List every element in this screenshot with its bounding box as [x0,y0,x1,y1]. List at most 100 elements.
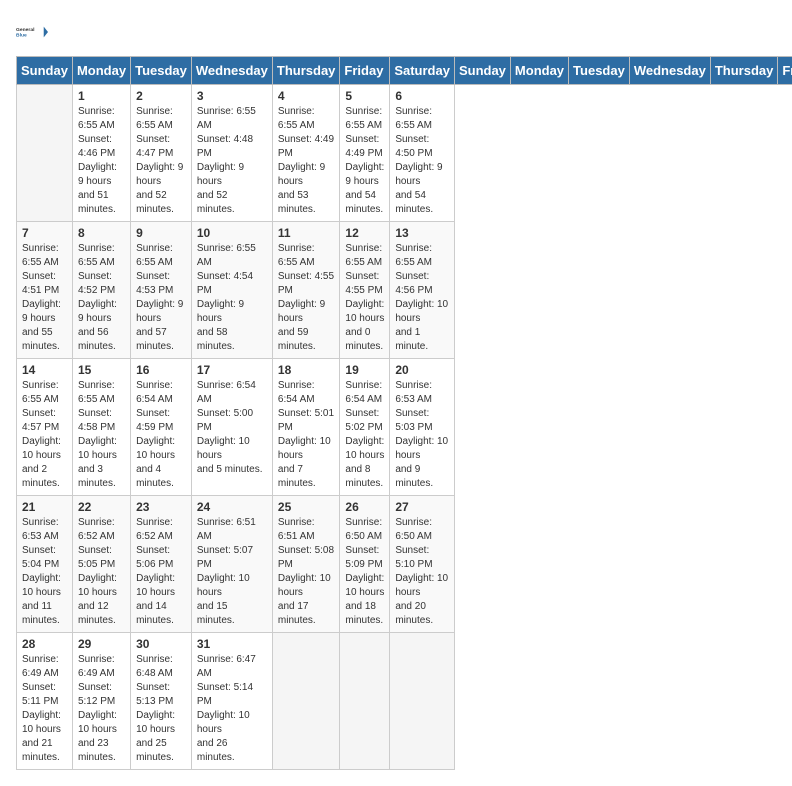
day-info: Sunrise: 6:51 AM Sunset: 5:08 PM Dayligh… [278,516,335,628]
day-info: Sunrise: 6:52 AM Sunset: 5:05 PM Dayligh… [78,516,125,628]
day-info: Sunrise: 6:55 AM Sunset: 4:58 PM Dayligh… [78,379,125,491]
day-number: 17 [197,363,267,377]
day-info: Sunrise: 6:53 AM Sunset: 5:04 PM Dayligh… [22,516,67,628]
day-cell: 29Sunrise: 6:49 AM Sunset: 5:12 PM Dayli… [72,633,130,770]
col-header-wednesday: Wednesday [629,57,710,85]
day-info: Sunrise: 6:55 AM Sunset: 4:57 PM Dayligh… [22,379,67,491]
day-cell: 5 Sunrise: 6:55 AM Sunset: 4:49 PM Daylig… [340,85,390,222]
day-cell: 17 Sunrise: 6:54 AM Sunset: 5:00 PM Dayli… [191,359,272,496]
day-number: 19 [345,363,384,377]
day-info: Sunrise: 6:54 AM Sunset: 4:59 PM Dayligh… [136,379,186,491]
day-info: Sunrise: 6:52 AM Sunset: 5:06 PM Dayligh… [136,516,186,628]
day-number: 12 [345,226,384,240]
day-number: 21 [22,500,67,514]
day-number: 31 [197,637,267,651]
page-header: GeneralBlue [16,16,776,48]
day-number: 3 [197,89,267,103]
week-row-3: 14 Sunrise: 6:55 AM Sunset: 4:57 PM Dayli… [17,359,792,496]
header-row: SundayMondayTuesdayWednesdayThursdayFrid… [17,57,792,85]
day-number: 30 [136,637,186,651]
svg-text:Blue: Blue [16,33,27,39]
week-row-5: 28Sunrise: 6:49 AM Sunset: 5:11 PM Dayli… [17,633,792,770]
col-header-thursday: Thursday [710,57,778,85]
day-info: Sunrise: 6:54 AM Sunset: 5:01 PM Dayligh… [278,379,335,491]
day-info: Sunrise: 6:55 AM Sunset: 4:50 PM Dayligh… [395,105,449,217]
week-row-2: 7 Sunrise: 6:55 AM Sunset: 4:51 PM Daylig… [17,222,792,359]
day-number: 25 [278,500,335,514]
week-row-1: 1 Sunrise: 6:55 AM Sunset: 4:46 PM Daylig… [17,85,792,222]
day-cell: 18 Sunrise: 6:54 AM Sunset: 5:01 PM Dayli… [272,359,340,496]
day-cell [272,633,340,770]
day-number: 13 [395,226,449,240]
day-number: 9 [136,226,186,240]
day-info: Sunrise: 6:55 AM Sunset: 4:56 PM Dayligh… [395,242,449,354]
day-cell: 12Sunrise: 6:55 AM Sunset: 4:55 PM Dayli… [340,222,390,359]
day-number: 20 [395,363,449,377]
day-cell: 19 Sunrise: 6:54 AM Sunset: 5:02 PM Dayli… [340,359,390,496]
day-number: 14 [22,363,67,377]
col-header-tuesday: Tuesday [131,57,192,85]
day-number: 26 [345,500,384,514]
day-info: Sunrise: 6:55 AM Sunset: 4:52 PM Dayligh… [78,242,125,354]
day-info: Sunrise: 6:49 AM Sunset: 5:11 PM Dayligh… [22,653,67,765]
col-header-friday: Friday [340,57,390,85]
day-info: Sunrise: 6:55 AM Sunset: 4:49 PM Dayligh… [278,105,335,217]
day-cell: 16 Sunrise: 6:54 AM Sunset: 4:59 PM Dayli… [131,359,192,496]
day-info: Sunrise: 6:54 AM Sunset: 5:02 PM Dayligh… [345,379,384,491]
day-cell [340,633,390,770]
day-info: Sunrise: 6:51 AM Sunset: 5:07 PM Dayligh… [197,516,267,628]
day-number: 18 [278,363,335,377]
day-number: 6 [395,89,449,103]
day-cell: 31 Sunrise: 6:47 AM Sunset: 5:14 PM Dayli… [191,633,272,770]
day-info: Sunrise: 6:55 AM Sunset: 4:49 PM Dayligh… [345,105,384,217]
day-cell: 13 Sunrise: 6:55 AM Sunset: 4:56 PM Dayli… [390,222,455,359]
day-number: 22 [78,500,125,514]
day-number: 16 [136,363,186,377]
day-cell: 8 Sunrise: 6:55 AM Sunset: 4:52 PM Daylig… [72,222,130,359]
svg-text:General: General [16,27,35,33]
day-number: 27 [395,500,449,514]
col-header-wednesday: Wednesday [191,57,272,85]
col-header-monday: Monday [510,57,568,85]
day-info: Sunrise: 6:55 AM Sunset: 4:46 PM Dayligh… [78,105,125,217]
day-number: 29 [78,637,125,651]
day-number: 7 [22,226,67,240]
day-number: 4 [278,89,335,103]
day-info: Sunrise: 6:55 AM Sunset: 4:54 PM Dayligh… [197,242,267,354]
logo: GeneralBlue [16,16,48,48]
day-number: 15 [78,363,125,377]
day-number: 8 [78,226,125,240]
day-number: 11 [278,226,335,240]
day-number: 24 [197,500,267,514]
day-number: 23 [136,500,186,514]
day-cell [17,85,73,222]
day-cell: 11 Sunrise: 6:55 AM Sunset: 4:55 PM Dayli… [272,222,340,359]
day-info: Sunrise: 6:55 AM Sunset: 4:47 PM Dayligh… [136,105,186,217]
day-info: Sunrise: 6:55 AM Sunset: 4:48 PM Dayligh… [197,105,267,217]
day-cell: 28Sunrise: 6:49 AM Sunset: 5:11 PM Dayli… [17,633,73,770]
col-header-monday: Monday [72,57,130,85]
day-info: Sunrise: 6:55 AM Sunset: 4:51 PM Dayligh… [22,242,67,354]
day-number: 1 [78,89,125,103]
calendar-table: SundayMondayTuesdayWednesdayThursdayFrid… [16,56,792,770]
day-cell: 6 Sunrise: 6:55 AM Sunset: 4:50 PM Daylig… [390,85,455,222]
day-number: 5 [345,89,384,103]
day-cell [390,633,455,770]
col-header-sunday: Sunday [17,57,73,85]
col-header-saturday: Saturday [390,57,455,85]
day-cell: 9 Sunrise: 6:55 AM Sunset: 4:53 PM Daylig… [131,222,192,359]
day-info: Sunrise: 6:50 AM Sunset: 5:09 PM Dayligh… [345,516,384,628]
day-info: Sunrise: 6:53 AM Sunset: 5:03 PM Dayligh… [395,379,449,491]
day-cell: 20 Sunrise: 6:53 AM Sunset: 5:03 PM Dayli… [390,359,455,496]
day-cell: 3 Sunrise: 6:55 AM Sunset: 4:48 PM Daylig… [191,85,272,222]
day-cell: 7 Sunrise: 6:55 AM Sunset: 4:51 PM Daylig… [17,222,73,359]
day-info: Sunrise: 6:55 AM Sunset: 4:55 PM Dayligh… [278,242,335,354]
day-number: 10 [197,226,267,240]
day-info: Sunrise: 6:55 AM Sunset: 4:53 PM Dayligh… [136,242,186,354]
day-cell: 14 Sunrise: 6:55 AM Sunset: 4:57 PM Dayli… [17,359,73,496]
day-number: 2 [136,89,186,103]
day-cell: 2 Sunrise: 6:55 AM Sunset: 4:47 PM Daylig… [131,85,192,222]
day-info: Sunrise: 6:54 AM Sunset: 5:00 PM Dayligh… [197,379,267,477]
day-info: Sunrise: 6:48 AM Sunset: 5:13 PM Dayligh… [136,653,186,765]
day-info: Sunrise: 6:47 AM Sunset: 5:14 PM Dayligh… [197,653,267,765]
